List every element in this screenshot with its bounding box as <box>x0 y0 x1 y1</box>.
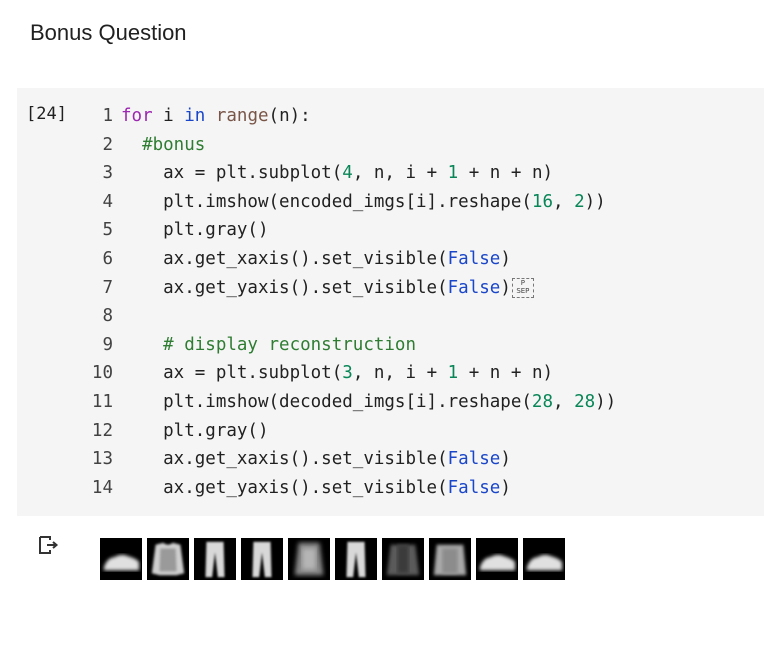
code-token: 28 <box>531 391 553 412</box>
code-token: , n, i + <box>352 163 448 184</box>
code-token: False <box>447 449 501 470</box>
code-token: ax.get_yaxis().set_visible( <box>121 477 448 498</box>
code-token: 4 <box>342 163 353 184</box>
code-comment: # display reconstruction <box>121 334 417 355</box>
output-image-shirt <box>147 538 189 580</box>
line-number: 1 <box>102 106 113 126</box>
code-token: 2 <box>574 191 585 212</box>
code-text: ax = plt.subplot(4, n, i + 1 + n + n) <box>121 159 553 188</box>
code-token: 28 <box>574 391 596 412</box>
code-token: ax.get_xaxis().set_visible( <box>121 248 448 269</box>
code-text: # display reconstruction <box>121 331 416 360</box>
code-token: ) <box>500 248 511 269</box>
code-text: ax = plt.subplot(3, n, i + 1 + n + n) <box>121 359 553 388</box>
output-images <box>100 538 565 580</box>
code-token: )) <box>584 191 606 212</box>
code-token: )) <box>595 391 617 412</box>
output-image-pullover <box>429 538 471 580</box>
code-text: ax.get_xaxis().set_visible(False) <box>121 445 511 474</box>
code-token: 1 <box>447 363 459 384</box>
code-token: (n): <box>268 106 311 126</box>
line-number: 5 <box>102 220 113 241</box>
code-text: plt.gray() <box>121 417 269 446</box>
code-token: 16 <box>531 191 553 212</box>
line-number: 8 <box>102 306 113 327</box>
code-token: ax = plt.subplot( <box>121 363 343 384</box>
code-text: for i in range(n): <box>121 102 311 131</box>
code-text: ax.get_xaxis().set_visible(False) <box>121 245 511 274</box>
code-cell[interactable]: [24] 1 for i in range(n): 2 #bonus 3 ax = p… <box>17 88 764 516</box>
line-number: 13 <box>91 449 113 470</box>
code-token: plt.gray() <box>121 220 269 241</box>
line-number: 10 <box>91 363 113 384</box>
line-number: 6 <box>102 248 113 269</box>
line-number: 4 <box>102 191 113 212</box>
code-token: plt.imshow(decoded_imgs[i].reshape( <box>121 391 532 412</box>
code-token: 1 <box>447 163 459 184</box>
code-token: 3 <box>342 363 353 384</box>
section-heading: Bonus Question <box>30 20 187 45</box>
code-token: ) <box>500 449 511 470</box>
code-token: plt.imshow(encoded_imgs[i].reshape( <box>121 191 532 212</box>
line-number: 9 <box>102 334 113 355</box>
code-text: plt.gray() <box>121 216 269 245</box>
code-token: i <box>163 106 185 126</box>
code-token: False <box>447 248 501 269</box>
notebook-page: Bonus Question [24] 1 for i in range(n): 2… <box>0 0 764 659</box>
execution-count: [24] <box>26 104 67 124</box>
code-token: ax.get_yaxis().set_visible( <box>121 277 448 298</box>
output-image-trousers <box>241 538 283 580</box>
sep-glyph-icon: P SEP <box>511 277 534 298</box>
code-token: for <box>121 106 164 126</box>
code-token: + n + n) <box>458 363 554 384</box>
output-image-dress-blur <box>288 538 330 580</box>
code-comment: #bonus <box>121 134 206 155</box>
code-text: ax.get_yaxis().set_visible(False) P SEP <box>121 274 534 303</box>
output-image-trousers <box>335 538 377 580</box>
code-token: , <box>552 191 575 212</box>
output-image-shoe <box>476 538 518 580</box>
code-token: , <box>552 391 575 412</box>
code-token: , n, i + <box>352 363 448 384</box>
code-token: + n + n) <box>458 163 554 184</box>
code-text: plt.imshow(encoded_imgs[i].reshape(16, 2… <box>121 188 606 217</box>
code-token: in <box>184 106 216 126</box>
code-token: plt.gray() <box>121 420 269 441</box>
output-arrow-icon[interactable] <box>37 533 61 557</box>
output-image-trousers <box>194 538 236 580</box>
output-image-shoe <box>523 538 565 580</box>
line-number: 2 <box>102 134 113 155</box>
output-image-pullover-dark <box>382 538 424 580</box>
line-number: 11 <box>91 391 113 412</box>
code-text: #bonus <box>121 131 205 160</box>
code-text: plt.imshow(decoded_imgs[i].reshape(28, 2… <box>121 388 616 417</box>
code-token: ) <box>500 477 511 498</box>
code-token: range <box>215 106 269 126</box>
code-token: False <box>447 277 501 298</box>
code-token: ax.get_xaxis().set_visible( <box>121 449 448 470</box>
line-number: 3 <box>102 163 113 184</box>
output-image-shoe <box>100 538 142 580</box>
line-number: 12 <box>91 420 113 441</box>
code-text: ax.get_yaxis().set_visible(False) <box>121 474 511 503</box>
line-number: 14 <box>91 477 113 498</box>
code-token: ax = plt.subplot( <box>121 163 343 184</box>
code-token: False <box>447 477 501 498</box>
code-token: ) <box>500 277 511 298</box>
line-number: 7 <box>102 277 113 298</box>
